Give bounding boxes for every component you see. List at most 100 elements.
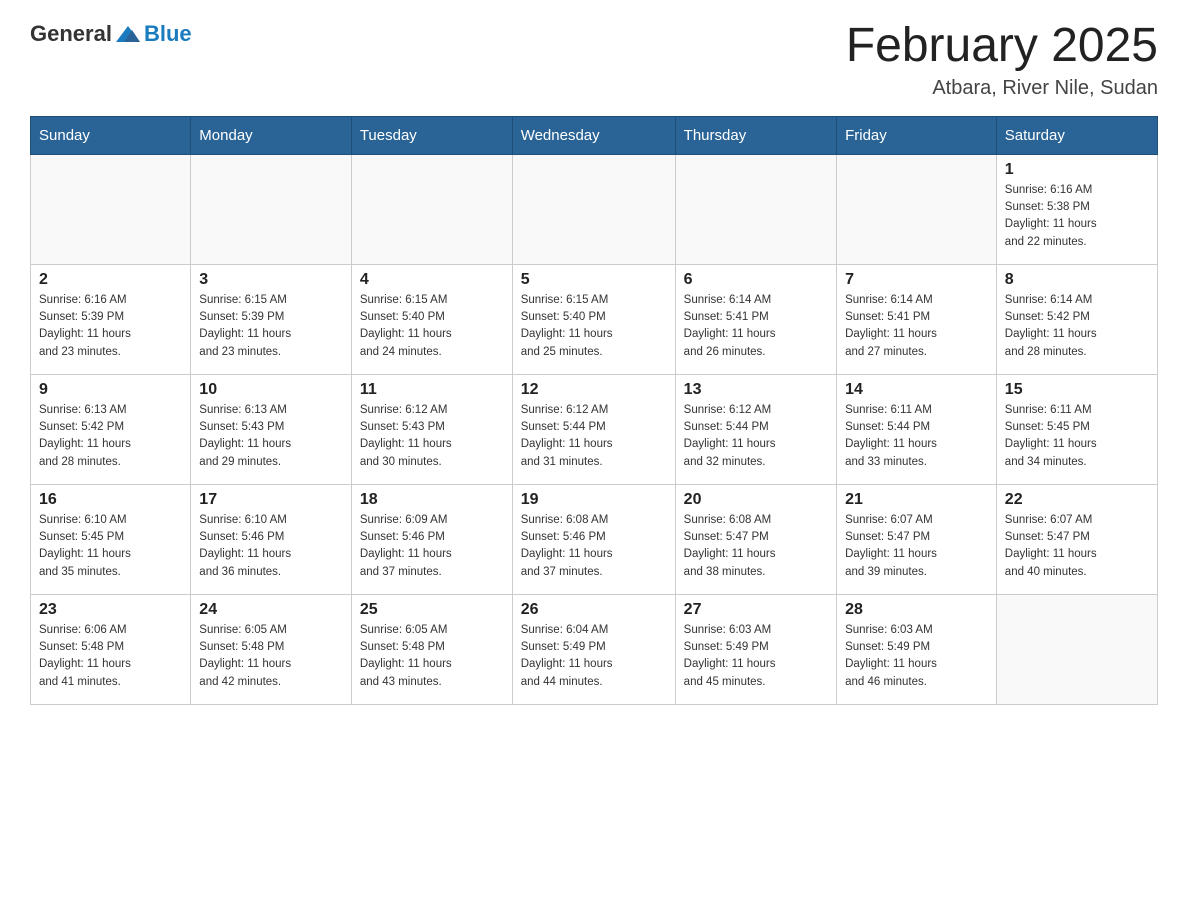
day-number: 15 — [1005, 381, 1149, 399]
day-info: Sunrise: 6:15 AM Sunset: 5:39 PM Dayligh… — [199, 292, 343, 361]
calendar-cell: 25 Sunrise: 6:05 AM Sunset: 5:48 PM Dayli… — [351, 594, 512, 704]
calendar-cell: 10Sunrise: 6:13 AM Sunset: 5:43 PM Dayli… — [191, 374, 352, 484]
calendar-cell: 6 Sunrise: 6:14 AM Sunset: 5:41 PM Daylig… — [675, 264, 836, 374]
week-row-2: 2 Sunrise: 6:16 AM Sunset: 5:39 PM Daylig… — [31, 264, 1158, 374]
calendar-cell: 12 Sunrise: 6:12 AM Sunset: 5:44 PM Dayli… — [512, 374, 675, 484]
day-number: 17 — [199, 491, 343, 509]
day-number: 6 — [684, 271, 828, 289]
day-info: Sunrise: 6:03 AM Sunset: 5:49 PM Dayligh… — [845, 622, 988, 691]
calendar-cell: 5Sunrise: 6:15 AM Sunset: 5:40 PM Daylig… — [512, 264, 675, 374]
calendar-table: SundayMondayTuesdayWednesdayThursdayFrid… — [30, 116, 1158, 705]
day-info: Sunrise: 6:12 AM Sunset: 5:43 PM Dayligh… — [360, 402, 504, 471]
calendar-cell: 26 Sunrise: 6:04 AM Sunset: 5:49 PM Dayli… — [512, 594, 675, 704]
calendar-cell: 7 Sunrise: 6:14 AM Sunset: 5:41 PM Daylig… — [837, 264, 997, 374]
day-number: 21 — [845, 491, 988, 509]
day-info: Sunrise: 6:10 AM Sunset: 5:45 PM Dayligh… — [39, 512, 182, 581]
weekday-header-wednesday: Wednesday — [512, 116, 675, 154]
day-info: Sunrise: 6:07 AM Sunset: 5:47 PM Dayligh… — [845, 512, 988, 581]
day-number: 24 — [199, 601, 343, 619]
day-number: 22 — [1005, 491, 1149, 509]
calendar-cell: 18Sunrise: 6:09 AM Sunset: 5:46 PM Dayli… — [351, 484, 512, 594]
calendar-cell: 21 Sunrise: 6:07 AM Sunset: 5:47 PM Dayli… — [837, 484, 997, 594]
calendar-cell — [512, 154, 675, 264]
day-info: Sunrise: 6:15 AM Sunset: 5:40 PM Dayligh… — [360, 292, 504, 361]
day-number: 18 — [360, 491, 504, 509]
month-title: February 2025 — [846, 20, 1158, 73]
weekday-header-row: SundayMondayTuesdayWednesdayThursdayFrid… — [31, 116, 1158, 154]
day-number: 19 — [521, 491, 667, 509]
day-info: Sunrise: 6:05 AM Sunset: 5:48 PM Dayligh… — [360, 622, 504, 691]
calendar-cell: 15Sunrise: 6:11 AM Sunset: 5:45 PM Dayli… — [996, 374, 1157, 484]
weekday-header-tuesday: Tuesday — [351, 116, 512, 154]
day-number: 14 — [845, 381, 988, 399]
calendar-cell: 19Sunrise: 6:08 AM Sunset: 5:46 PM Dayli… — [512, 484, 675, 594]
calendar-cell: 11 Sunrise: 6:12 AM Sunset: 5:43 PM Dayli… — [351, 374, 512, 484]
weekday-header-monday: Monday — [191, 116, 352, 154]
day-number: 12 — [521, 381, 667, 399]
calendar-cell: 4 Sunrise: 6:15 AM Sunset: 5:40 PM Daylig… — [351, 264, 512, 374]
week-row-5: 23 Sunrise: 6:06 AM Sunset: 5:48 PM Dayli… — [31, 594, 1158, 704]
day-number: 10 — [199, 381, 343, 399]
calendar-cell: 22Sunrise: 6:07 AM Sunset: 5:47 PM Dayli… — [996, 484, 1157, 594]
calendar-cell: 2 Sunrise: 6:16 AM Sunset: 5:39 PM Daylig… — [31, 264, 191, 374]
calendar-cell: 8 Sunrise: 6:14 AM Sunset: 5:42 PM Daylig… — [996, 264, 1157, 374]
day-info: Sunrise: 6:11 AM Sunset: 5:44 PM Dayligh… — [845, 402, 988, 471]
day-info: Sunrise: 6:16 AM Sunset: 5:38 PM Dayligh… — [1005, 182, 1149, 251]
calendar-cell: 23 Sunrise: 6:06 AM Sunset: 5:48 PM Dayli… — [31, 594, 191, 704]
day-info: Sunrise: 6:14 AM Sunset: 5:41 PM Dayligh… — [684, 292, 828, 361]
day-info: Sunrise: 6:03 AM Sunset: 5:49 PM Dayligh… — [684, 622, 828, 691]
logo: General Blue — [30, 20, 192, 48]
page-header: General Blue February 2025 Atbara, River… — [30, 20, 1158, 100]
calendar-cell — [675, 154, 836, 264]
calendar-cell: 24 Sunrise: 6:05 AM Sunset: 5:48 PM Dayli… — [191, 594, 352, 704]
calendar-cell: 28 Sunrise: 6:03 AM Sunset: 5:49 PM Dayli… — [837, 594, 997, 704]
day-number: 25 — [360, 601, 504, 619]
logo-icon — [114, 20, 142, 48]
weekday-header-friday: Friday — [837, 116, 997, 154]
week-row-4: 16 Sunrise: 6:10 AM Sunset: 5:45 PM Dayli… — [31, 484, 1158, 594]
day-number: 16 — [39, 491, 182, 509]
day-number: 20 — [684, 491, 828, 509]
day-info: Sunrise: 6:13 AM Sunset: 5:42 PM Dayligh… — [39, 402, 182, 471]
day-info: Sunrise: 6:12 AM Sunset: 5:44 PM Dayligh… — [684, 402, 828, 471]
calendar-cell: 1 Sunrise: 6:16 AM Sunset: 5:38 PM Daylig… — [996, 154, 1157, 264]
day-info: Sunrise: 6:04 AM Sunset: 5:49 PM Dayligh… — [521, 622, 667, 691]
weekday-header-saturday: Saturday — [996, 116, 1157, 154]
week-row-3: 9 Sunrise: 6:13 AM Sunset: 5:42 PM Daylig… — [31, 374, 1158, 484]
day-info: Sunrise: 6:14 AM Sunset: 5:41 PM Dayligh… — [845, 292, 988, 361]
day-info: Sunrise: 6:14 AM Sunset: 5:42 PM Dayligh… — [1005, 292, 1149, 361]
day-info: Sunrise: 6:08 AM Sunset: 5:47 PM Dayligh… — [684, 512, 828, 581]
day-info: Sunrise: 6:05 AM Sunset: 5:48 PM Dayligh… — [199, 622, 343, 691]
day-number: 27 — [684, 601, 828, 619]
calendar-cell: 20 Sunrise: 6:08 AM Sunset: 5:47 PM Dayli… — [675, 484, 836, 594]
calendar-cell — [351, 154, 512, 264]
calendar-cell: 16 Sunrise: 6:10 AM Sunset: 5:45 PM Dayli… — [31, 484, 191, 594]
weekday-header-thursday: Thursday — [675, 116, 836, 154]
day-number: 7 — [845, 271, 988, 289]
day-number: 1 — [1005, 161, 1149, 179]
day-number: 3 — [199, 271, 343, 289]
day-number: 28 — [845, 601, 988, 619]
logo-text-general: General — [30, 21, 112, 47]
day-number: 8 — [1005, 271, 1149, 289]
day-number: 23 — [39, 601, 182, 619]
day-number: 9 — [39, 381, 182, 399]
calendar-cell: 3 Sunrise: 6:15 AM Sunset: 5:39 PM Daylig… — [191, 264, 352, 374]
day-info: Sunrise: 6:16 AM Sunset: 5:39 PM Dayligh… — [39, 292, 182, 361]
day-number: 2 — [39, 271, 182, 289]
day-info: Sunrise: 6:15 AM Sunset: 5:40 PM Dayligh… — [521, 292, 667, 361]
day-number: 11 — [360, 381, 504, 399]
calendar-cell — [191, 154, 352, 264]
calendar-cell — [31, 154, 191, 264]
day-info: Sunrise: 6:06 AM Sunset: 5:48 PM Dayligh… — [39, 622, 182, 691]
calendar-cell — [837, 154, 997, 264]
calendar-cell: 27 Sunrise: 6:03 AM Sunset: 5:49 PM Dayli… — [675, 594, 836, 704]
day-number: 26 — [521, 601, 667, 619]
calendar-cell — [996, 594, 1157, 704]
location-subtitle: Atbara, River Nile, Sudan — [846, 77, 1158, 100]
day-info: Sunrise: 6:12 AM Sunset: 5:44 PM Dayligh… — [521, 402, 667, 471]
calendar-cell: 9 Sunrise: 6:13 AM Sunset: 5:42 PM Daylig… — [31, 374, 191, 484]
calendar-cell: 17Sunrise: 6:10 AM Sunset: 5:46 PM Dayli… — [191, 484, 352, 594]
title-block: February 2025 Atbara, River Nile, Sudan — [846, 20, 1158, 100]
day-number: 4 — [360, 271, 504, 289]
